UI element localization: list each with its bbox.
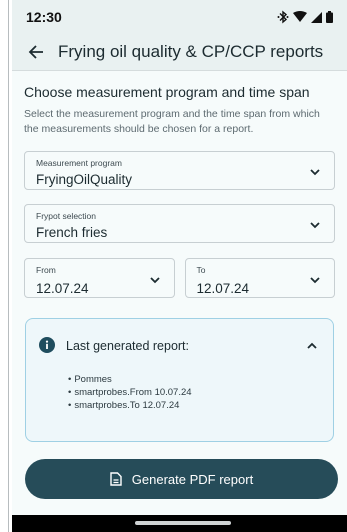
chevron-down-icon: [310, 169, 320, 176]
last-report-list: Pommes smartprobes.From 10.07.24 smartpr…: [68, 373, 192, 412]
list-item: Pommes: [68, 373, 192, 386]
measurement-program-select[interactable]: Measurement program FryingOilQuality: [24, 151, 335, 190]
home-indicator[interactable]: [135, 521, 231, 525]
generate-pdf-label: Generate PDF report: [131, 471, 254, 487]
document-icon: [110, 472, 122, 486]
phone-screen: 12:30 Frying oil quality & CP/CCP report…: [12, 0, 347, 532]
info-icon: [39, 337, 55, 353]
left-edge-line: [8, 0, 9, 532]
frypot-label: Frypot selection: [36, 211, 96, 221]
date-to-label: To: [196, 265, 206, 275]
date-range-row: From 12.07.24 To 12.07.24: [24, 258, 335, 298]
status-bar: 12:30: [12, 0, 347, 34]
wifi-icon: [293, 11, 307, 23]
battery-icon: [326, 11, 333, 23]
chevron-down-icon: [310, 277, 320, 284]
bluetooth-icon: [277, 10, 289, 24]
content: Choose measurement program and time span…: [12, 84, 347, 298]
navigation-bar: [12, 515, 347, 532]
date-from-value: 12.07.24: [36, 281, 89, 296]
generate-pdf-button[interactable]: Generate PDF report: [25, 459, 338, 499]
list-item: smartprobes.From 10.07.24: [68, 386, 191, 399]
date-from-label: From: [36, 265, 56, 275]
list-item: smartprobes.To 12.07.24: [68, 399, 192, 412]
app-bar-divider: [12, 70, 347, 71]
last-report-card: Last generated report: Pommes smartprobe…: [25, 318, 334, 442]
date-to-value: 12.07.24: [196, 281, 250, 296]
status-icons: [277, 10, 333, 24]
page-title: Frying oil quality & CP/CCP reports: [58, 42, 324, 61]
measurement-program-value: FryingOilQuality: [36, 172, 133, 187]
signal-icon: [311, 11, 322, 23]
app-bar: Frying oil quality & CP/CCP reports: [12, 34, 347, 70]
frypot-value: French fries: [36, 225, 108, 240]
frypot-select[interactable]: Frypot selection French fries: [24, 204, 335, 243]
chevron-up-icon[interactable]: [305, 339, 319, 353]
chevron-down-icon: [310, 222, 320, 229]
arrow-left-icon[interactable]: [24, 40, 48, 64]
date-from-select[interactable]: From 12.07.24: [24, 258, 175, 298]
last-report-title: Last generated report:: [66, 339, 189, 353]
section-description: Select the measurement program and the t…: [24, 108, 320, 135]
chevron-down-icon: [149, 277, 160, 284]
measurement-program-label: Measurement program: [36, 158, 122, 168]
section-title: Choose measurement program and time span: [24, 84, 310, 100]
date-to-select[interactable]: To 12.07.24: [184, 258, 335, 298]
status-time: 12:30: [26, 9, 62, 25]
